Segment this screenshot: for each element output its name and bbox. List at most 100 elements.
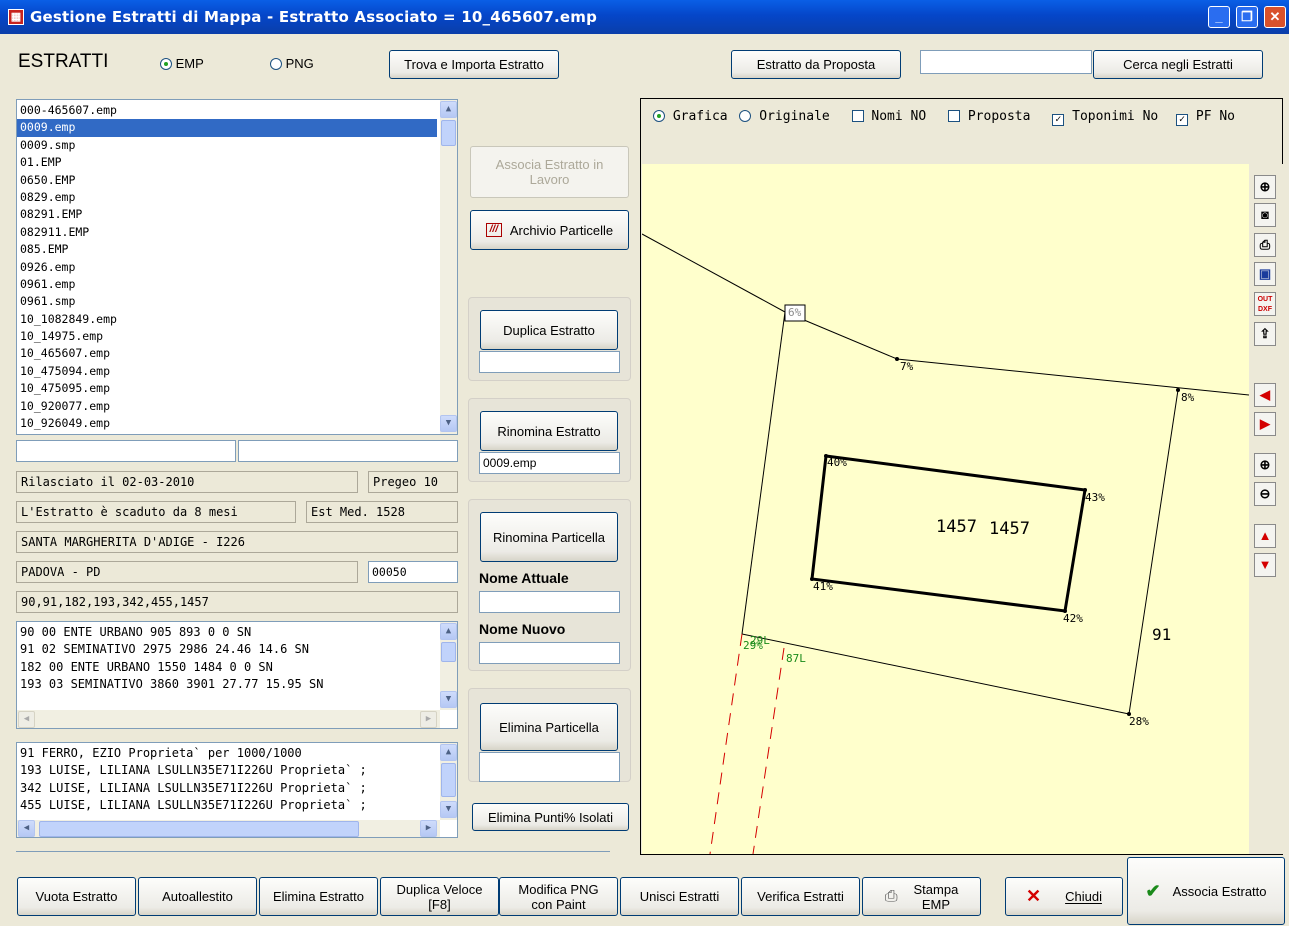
owner-row[interactable]: 193 LUISE, LILIANA LSULLN35E71I226U Prop… [17, 762, 437, 779]
scroll-thumb[interactable] [441, 120, 456, 146]
rename-button[interactable]: Rinomina Estratto [480, 411, 618, 451]
associate-button[interactable]: ✔ Associa Estratto [1127, 857, 1285, 925]
scroll-thumb[interactable] [441, 642, 456, 662]
minimize-button[interactable]: _ [1208, 6, 1230, 28]
file-list-item[interactable]: 10_920077.emp [17, 398, 437, 415]
zoom-extent-icon[interactable]: ⊕ [1254, 175, 1276, 199]
empty-button[interactable]: Vuota Estratto [17, 877, 136, 916]
delete-parcel-input[interactable] [479, 752, 620, 782]
parcel-row[interactable]: 182 00 ENTE URBANO 1550 1484 0 0 SN [17, 659, 437, 676]
file-list[interactable]: 000-465607.emp 0009.emp 0009.smp 01.EMP 0650… [16, 99, 458, 435]
radio-png[interactable]: PNG [270, 56, 314, 71]
file-list-item[interactable]: 000-465607.emp [17, 102, 437, 119]
scroll-down-icon[interactable]: ▼ [440, 801, 457, 818]
scroll-up-icon[interactable]: ▲ [440, 744, 457, 761]
owner-list[interactable]: 91 FERRO, EZIO Proprieta` per 1000/1000 1… [16, 742, 458, 838]
parcel-row[interactable]: 193 03 SEMINATIVO 3860 3901 27.77 15.95 … [17, 676, 437, 693]
duplicate-fast-button[interactable]: Duplica Veloce [F8] [380, 877, 499, 916]
archive-button[interactable]: /// Archivio Particelle [470, 210, 629, 250]
file-list-item[interactable]: 10_475094.emp [17, 363, 437, 380]
arrow-left-icon[interactable]: ◀ [1254, 383, 1276, 407]
close-window-button[interactable]: ✕ [1264, 6, 1286, 28]
restore-button[interactable]: ❐ [1236, 6, 1258, 28]
file-list-item[interactable]: 085.EMP [17, 241, 437, 258]
toponimi-checkbox[interactable]: ✓ [1052, 114, 1065, 126]
file-list-item[interactable]: 0961.smp [17, 293, 437, 310]
file-list-item[interactable]: 10_14975.emp [17, 328, 437, 345]
filter-field-right[interactable] [238, 440, 458, 462]
pf-checkbox[interactable]: ✓ [1176, 114, 1189, 126]
delete-points-button[interactable]: Elimina Punti% Isolati [472, 803, 629, 831]
file-list-item[interactable]: 01.EMP [17, 154, 437, 171]
owner-row[interactable]: 342 LUISE, LILIANA LSULLN35E71I226U Prop… [17, 780, 437, 797]
arrow-up-icon[interactable]: ▲ [1254, 524, 1276, 548]
camera-icon[interactable]: ◙ [1254, 203, 1276, 227]
scroll-right-icon[interactable]: ▶ [420, 711, 437, 728]
print-icon[interactable]: ⎙ [1254, 233, 1276, 257]
find-import-button[interactable]: Trova e Importa Estratto [389, 50, 559, 79]
radio-grafica[interactable] [653, 110, 665, 122]
parcel-row[interactable]: 90 00 ENTE URBANO 905 893 0 0 SN [17, 624, 437, 641]
parcel-vscrollbar[interactable]: ▲ ▼ [440, 622, 457, 710]
code-field[interactable]: 00050 [368, 561, 458, 583]
file-list-item[interactable]: 082911.EMP [17, 224, 437, 241]
rename-parcel-button[interactable]: Rinomina Particella [480, 512, 618, 562]
verify-button[interactable]: Verifica Estratti [741, 877, 860, 916]
search-button[interactable]: Cerca negli Estratti [1093, 50, 1263, 79]
scroll-left-icon[interactable]: ◀ [18, 711, 35, 728]
scroll-left-icon[interactable]: ◀ [18, 820, 35, 837]
out-dxf-icon[interactable]: OUT DXF [1254, 292, 1276, 316]
file-list-item[interactable]: 0961.emp [17, 276, 437, 293]
zoom-in-icon[interactable]: ⊕ [1254, 453, 1276, 477]
file-list-item[interactable]: 10_926049.emp [17, 415, 437, 432]
duplicate-button[interactable]: Duplica Estratto [480, 310, 618, 350]
parcel-data-list[interactable]: 90 00 ENTE URBANO 905 893 0 0 SN 91 02 SE… [16, 621, 458, 729]
delete-parcel-button[interactable]: Elimina Particella [480, 703, 618, 751]
filter-field-left[interactable] [16, 440, 236, 462]
scroll-thumb[interactable] [39, 821, 359, 837]
radio-emp[interactable]: EMP [160, 56, 204, 71]
close-button[interactable]: ✕ Chiudi [1005, 877, 1123, 916]
file-list-item[interactable]: 10_1082849.emp [17, 311, 437, 328]
arrow-right-icon[interactable]: ▶ [1254, 412, 1276, 436]
from-proposal-button[interactable]: Estratto da Proposta [731, 50, 901, 79]
save-icon[interactable]: ▣ [1254, 262, 1276, 286]
auto-button[interactable]: Autoallestito [138, 877, 257, 916]
scroll-up-icon[interactable]: ▲ [440, 623, 457, 640]
radio-originale[interactable] [739, 110, 752, 122]
scroll-thumb[interactable] [441, 763, 456, 797]
owner-row[interactable]: 455 LUISE, LILIANA LSULLN35E71I226U Prop… [17, 797, 437, 814]
scroll-down-icon[interactable]: ▼ [440, 415, 457, 432]
file-list-item[interactable]: 08291.EMP [17, 206, 437, 223]
duplicate-input[interactable] [479, 351, 620, 373]
file-list-item[interactable]: 0650.EMP [17, 172, 437, 189]
file-list-item[interactable]: 10_475095.emp [17, 380, 437, 397]
proposta-checkbox[interactable] [948, 110, 961, 122]
parcel-row[interactable]: 91 02 SEMINATIVO 2975 2986 24.46 14.6 SN [17, 641, 437, 658]
file-list-item[interactable]: 0009.emp [17, 119, 437, 137]
file-list-scrollbar[interactable]: ▲ ▼ [440, 100, 457, 434]
file-list-item[interactable]: 0829.emp [17, 189, 437, 206]
scroll-up-icon[interactable]: ▲ [440, 101, 457, 118]
file-list-item[interactable]: 10_465607.emp [17, 345, 437, 362]
delete-extract-button[interactable]: Elimina Estratto [259, 877, 378, 916]
owner-hscrollbar[interactable]: ◀ ▶ [17, 820, 440, 837]
scroll-right-icon[interactable]: ▶ [420, 820, 437, 837]
current-name-input[interactable] [479, 591, 620, 613]
rename-input[interactable]: 0009.emp [479, 452, 620, 474]
merge-button[interactable]: Unisci Estratti [620, 877, 739, 916]
file-list-item[interactable]: 0009.smp [17, 137, 437, 154]
radio-png-dot[interactable] [270, 58, 282, 70]
owner-vscrollbar[interactable]: ▲ ▼ [440, 743, 457, 820]
radio-emp-dot[interactable] [160, 58, 172, 70]
title-bar[interactable]: ▦ Gestione Estratti di Mappa - Estratto … [0, 0, 1289, 34]
map-canvas[interactable]: 6% 7% 8% 40% 43% 41% 42% 29% 28% 87L 29L… [642, 164, 1249, 854]
file-list-item[interactable]: 0926.emp [17, 259, 437, 276]
associate-work-button[interactable]: Associa Estratto in Lavoro [470, 146, 629, 198]
edit-png-button[interactable]: Modifica PNG con Paint [499, 877, 618, 916]
export-icon[interactable]: ⇪ [1254, 322, 1276, 346]
parcel-hscrollbar[interactable]: ◀ ▶ [17, 710, 440, 728]
scroll-down-icon[interactable]: ▼ [440, 691, 457, 708]
search-input[interactable] [920, 50, 1092, 74]
arrow-down-icon[interactable]: ▼ [1254, 553, 1276, 577]
